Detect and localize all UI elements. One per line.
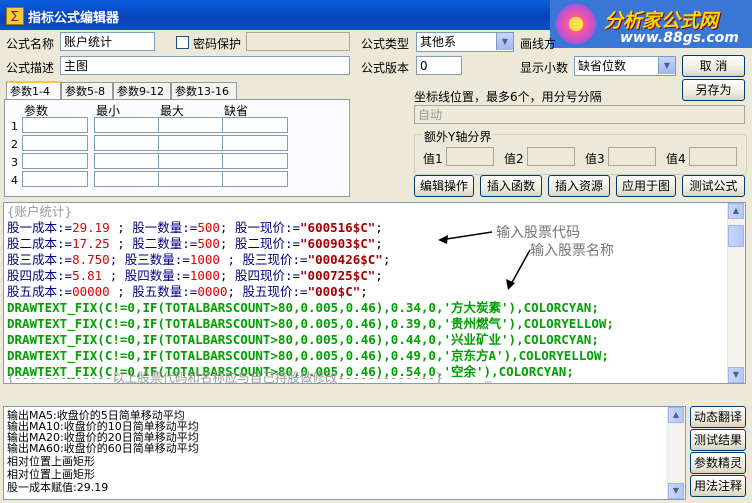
- tab-params-1-4[interactable]: 参数1-4: [6, 81, 61, 101]
- insert-resource-button[interactable]: 插入资源: [548, 175, 610, 197]
- code-line: {-------------以上股票代码和名称应与自己持股做修改--------…: [7, 370, 443, 384]
- scroll-thumb[interactable]: [728, 225, 744, 247]
- password-checkbox[interactable]: [176, 36, 189, 49]
- param-3-min-input[interactable]: [94, 153, 160, 169]
- annotation-arrows: [438, 231, 531, 290]
- editor-scrollbar[interactable]: ▲ ▼: [727, 203, 745, 383]
- param-row-number: 4: [11, 174, 18, 187]
- param-wizard-button[interactable]: 参数精灵: [690, 452, 746, 474]
- window-title: 指标公式编辑器: [28, 11, 120, 26]
- app-icon: ∑: [6, 7, 24, 25]
- cancel-button[interactable]: 取 消: [682, 55, 745, 77]
- param-row-number: 1: [11, 120, 18, 133]
- param-3-name-input[interactable]: [22, 153, 88, 169]
- value-2-label: 值2: [504, 152, 524, 166]
- formula-type-value: 其他系: [420, 35, 457, 49]
- param-4-min-input[interactable]: [94, 171, 160, 187]
- code-line-partial: 股 一: [484, 379, 507, 383]
- decimal-label: 显示小数: [520, 61, 569, 75]
- tab-params-13-16[interactable]: 参数13-16: [171, 82, 237, 100]
- test-formula-button[interactable]: 测试公式: [682, 175, 745, 197]
- output-pane[interactable]: 输出MA5:收盘价的5日简单移动平均 输出MA10:收盘价的10日简单移动平均 …: [3, 406, 686, 500]
- formula-type-label: 公式类型: [361, 37, 410, 51]
- edit-operation-button[interactable]: 编辑操作: [414, 175, 474, 197]
- formula-name-label: 公式名称: [6, 37, 55, 51]
- value-4-label: 值4: [666, 152, 686, 166]
- value-2-input[interactable]: [527, 147, 575, 166]
- scroll-down-icon[interactable]: ▼: [728, 367, 744, 383]
- param-4-max-input[interactable]: [158, 171, 224, 187]
- param-2-name-input[interactable]: [22, 135, 88, 151]
- dynamic-translate-button[interactable]: 动态翻译: [690, 406, 746, 428]
- code-editor[interactable]: {账户统计} 股一成本:=29.19 ; 股一数量:=500; 股一现价:="6…: [3, 202, 746, 384]
- value-4-input[interactable]: [689, 147, 737, 166]
- param-3-default-input[interactable]: [222, 153, 288, 169]
- param-row-number: 3: [11, 156, 18, 169]
- chevron-down-icon[interactable]: ▼: [496, 33, 513, 50]
- logo-url-text: www.88gs.com: [620, 30, 739, 46]
- param-2-default-input[interactable]: [222, 135, 288, 151]
- password-input[interactable]: [246, 32, 350, 51]
- value-1-input[interactable]: [446, 147, 494, 166]
- param-2-max-input[interactable]: [158, 135, 224, 151]
- arrow-head-icon: [438, 235, 448, 244]
- draw-method-label: 画线方: [520, 37, 557, 51]
- flower-logo-icon: [556, 4, 596, 44]
- value-3-input[interactable]: [608, 147, 656, 166]
- output-line: 输出MA60:收盘价的60日简单移动平均: [7, 442, 199, 455]
- scroll-down-icon[interactable]: ▼: [668, 483, 684, 499]
- formula-version-input[interactable]: 0: [416, 56, 462, 75]
- password-label: 密码保护: [193, 37, 242, 51]
- logo-main-text: 分析家公式网: [604, 10, 719, 32]
- output-scrollbar[interactable]: ▲ ▼: [667, 407, 685, 499]
- formula-name-input[interactable]: 账户统计: [60, 32, 155, 51]
- output-line: 相对位置上画矩形: [7, 468, 95, 481]
- y-axis-group-title: 额外Y轴分界: [422, 128, 494, 145]
- param-row-number: 2: [11, 138, 18, 151]
- apply-to-chart-button[interactable]: 应用于图: [616, 175, 676, 197]
- decimal-select[interactable]: 缺省位数 ▼: [574, 56, 676, 76]
- param-2-min-input[interactable]: [94, 135, 160, 151]
- param-1-min-input[interactable]: [94, 117, 160, 133]
- tab-params-5-8[interactable]: 参数5-8: [61, 82, 113, 100]
- decimal-value: 缺省位数: [578, 59, 627, 73]
- usage-notes-button[interactable]: 用法注释: [690, 475, 746, 497]
- coord-lines-label: 坐标线位置，最多6个，用分号分隔: [414, 90, 602, 104]
- save-as-button[interactable]: 另存为: [682, 79, 745, 101]
- formula-type-select[interactable]: 其他系 ▼: [416, 32, 514, 52]
- chevron-down-icon[interactable]: ▼: [658, 57, 675, 74]
- test-results-button[interactable]: 测试结果: [690, 429, 746, 451]
- output-line: 相对位置上画矩形: [7, 455, 95, 468]
- param-1-default-input[interactable]: [222, 117, 288, 133]
- formula-desc-label: 公式描述: [6, 61, 55, 75]
- formula-desc-input[interactable]: 主图: [60, 56, 350, 75]
- formula-version-label: 公式版本: [361, 61, 410, 75]
- scroll-up-icon[interactable]: ▲: [728, 203, 744, 219]
- scroll-up-icon[interactable]: ▲: [668, 407, 684, 423]
- param-1-max-input[interactable]: [158, 117, 224, 133]
- coord-lines-input[interactable]: 自动: [414, 105, 745, 124]
- arrow-line: [509, 249, 531, 287]
- insert-function-button[interactable]: 插入函数: [480, 175, 542, 197]
- param-3-max-input[interactable]: [158, 153, 224, 169]
- param-4-name-input[interactable]: [22, 171, 88, 187]
- param-1-name-input[interactable]: [22, 117, 88, 133]
- output-line: 股一成本赋值:29.19: [7, 481, 109, 494]
- param-4-default-input[interactable]: [222, 171, 288, 187]
- value-1-label: 值1: [423, 152, 443, 166]
- value-3-label: 值3: [585, 152, 605, 166]
- tab-params-9-12[interactable]: 参数9-12: [113, 82, 171, 100]
